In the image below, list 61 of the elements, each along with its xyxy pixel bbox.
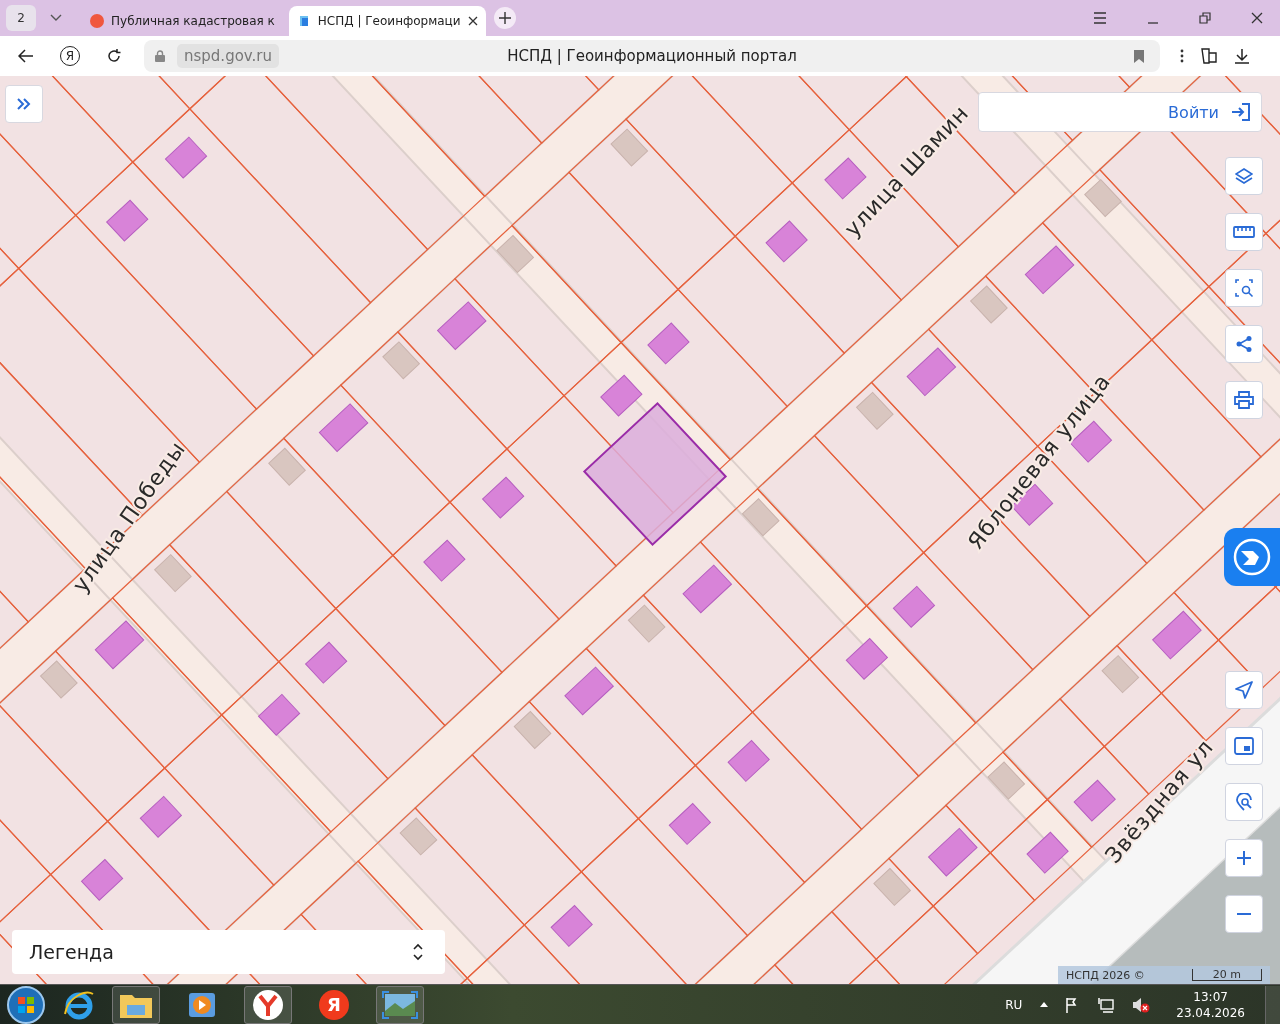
ruler-button[interactable] [1225,213,1263,251]
share-button[interactable] [1225,325,1263,363]
zoom-in-button[interactable] [1225,839,1263,877]
share-icon [1235,335,1253,353]
new-tab-icon[interactable] [493,7,516,29]
double-chevron-icon [17,98,31,110]
more-icon[interactable] [1180,49,1184,63]
logo-icon [1232,537,1272,577]
tab-count-button[interactable]: 2 [6,5,36,31]
ruler-icon [1233,226,1255,238]
url-text: nspd.gov.ru [177,44,279,68]
navigation-arrow-icon [1235,681,1253,699]
download-icon[interactable] [1234,48,1250,64]
area-search-button[interactable] [1225,269,1263,307]
lock-icon [155,50,165,62]
folder-taskbar-button[interactable] [112,985,160,1024]
language-indicator[interactable]: RU [1005,997,1023,1012]
close-icon[interactable] [1251,12,1263,24]
extension-icon[interactable] [1200,47,1218,65]
pin-search-icon [1235,793,1253,811]
muted-speaker-icon[interactable] [1132,996,1151,1013]
photo-viewer-taskbar-button[interactable] [376,985,424,1024]
network-icon[interactable] [1098,996,1115,1013]
minus-icon [1236,913,1252,915]
bookmark-icon[interactable] [1134,49,1144,63]
back-icon[interactable] [18,49,34,63]
login-button[interactable]: Войти [978,92,1262,132]
expand-panel-button[interactable] [5,85,43,123]
plus-icon [1236,850,1252,866]
side-panel-tab[interactable] [1224,528,1280,586]
yandex-taskbar-button[interactable]: Я [310,985,358,1024]
yandex-favicon-icon [90,14,104,28]
attribution-text: НСПД 2026 © [1066,968,1145,982]
location-button[interactable] [1225,671,1263,709]
minimap-icon [1234,737,1254,755]
minimap-button[interactable] [1225,727,1263,765]
browser-tab[interactable]: Публичная кадастровая к [82,6,283,36]
layers-button[interactable] [1225,157,1263,195]
close-tab-icon[interactable] [467,16,478,26]
reload-icon[interactable] [106,48,122,64]
legend-dropdown[interactable]: Легенда [12,930,445,974]
start-button[interactable] [6,984,46,1024]
printer-icon [1234,391,1254,409]
browser-tab[interactable]: НСПД | Геоинформаци [288,6,486,36]
address-field[interactable]: nspd.gov.ru НСПД | Геоинформационный портал [144,40,1160,72]
menu-icon[interactable] [1093,12,1107,24]
login-icon [1231,103,1251,121]
chevron-down-icon[interactable] [50,14,62,22]
up-down-caret-icon [413,943,423,961]
scale-bar: 20 m [1191,969,1262,981]
page-title: НСПД | Геоинформационный портал [507,47,797,65]
layers-icon [1235,168,1253,184]
browser-y-icon [252,988,284,1021]
clock[interactable]: 13:07 23.04.2026 [1176,988,1245,1021]
restore-icon[interactable] [1199,12,1211,24]
landscape-picture-icon [382,990,418,1019]
place-search-button[interactable] [1225,783,1263,821]
area-search-icon [1234,278,1254,298]
yandex-browser-taskbar-button[interactable] [244,985,292,1024]
print-button[interactable] [1225,381,1263,419]
show-hidden-icons-icon[interactable] [1040,1002,1049,1007]
